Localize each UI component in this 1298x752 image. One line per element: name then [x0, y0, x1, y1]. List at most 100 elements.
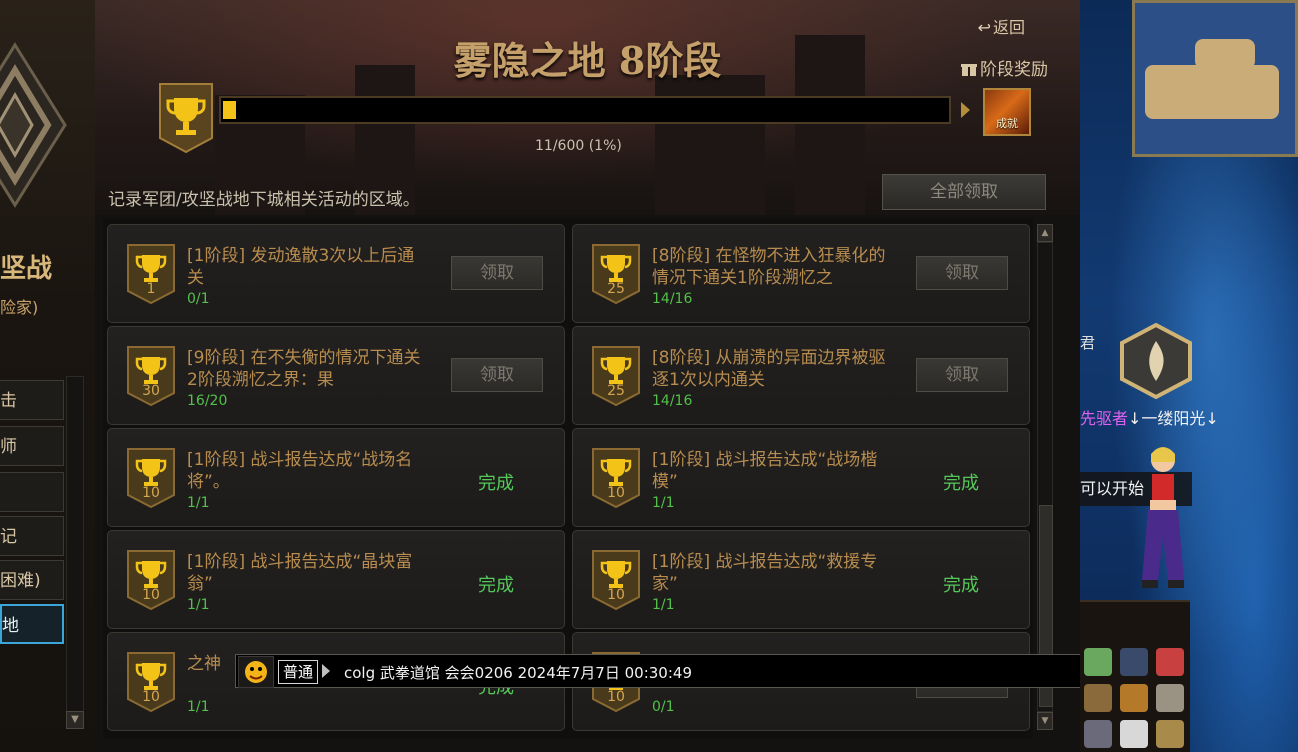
- achievement-title: [1阶段] 战斗报告达成“救援专家”: [652, 552, 878, 594]
- list-scroll-down-button[interactable]: ▼: [1037, 712, 1053, 730]
- quick-slot-icon[interactable]: [1156, 720, 1184, 748]
- achievement-panel: 雾隐之地 8阶段 ↩ 返回 阶段奖励 成就 11/600 (1%) 记录军团/攻坚…: [95, 0, 1100, 752]
- claim-button[interactable]: 领取: [451, 358, 543, 392]
- player-name-plate: 先驱者↓一缕阳光↓: [1080, 405, 1219, 429]
- player-character: [1142, 447, 1184, 588]
- achievement-points: 25: [607, 281, 625, 297]
- achievement-title: [1阶段] 战斗报告达成“晶块富翁”: [187, 552, 413, 594]
- achievement-card: 10 [1阶段] 战斗报告达成“战场楷模” 1/1 完成: [572, 428, 1030, 527]
- achievement-progress: 14/16: [652, 393, 693, 409]
- skill-hexagon-icon[interactable]: [1118, 323, 1194, 399]
- achievement-title: [1阶段] 战斗报告达成“战场名将”。: [187, 450, 413, 492]
- claim-button[interactable]: 领取: [916, 256, 1008, 290]
- stage-progress-bar: [219, 96, 951, 124]
- minimap[interactable]: [1132, 0, 1298, 157]
- achievement-progress: 1/1: [187, 495, 210, 511]
- gift-icon: [961, 64, 977, 76]
- claim-all-button[interactable]: 全部领取: [882, 174, 1046, 210]
- left-tab-4[interactable]: 记: [0, 516, 64, 556]
- quick-slot-icon[interactable]: [1120, 684, 1148, 712]
- achievement-card: 1 [1阶段] 发动逸散3次以上后通关 0/1 领取: [107, 224, 565, 323]
- minimap-terrain: [1195, 39, 1255, 69]
- achievement-card: 30 [9阶段] 在不失衡的情况下通关2阶段溯忆之界：果 16/20 领取: [107, 326, 565, 425]
- chat-bar: 普通 colg 武拳道馆 会会0206 2024年7月7日 00:30:49: [235, 654, 1100, 688]
- achievement-title: [8阶段] 从崩溃的异面边界被驱逐1次以内通关: [652, 348, 886, 390]
- achievement-points: 10: [607, 485, 625, 501]
- back-arrow-icon: ↩: [977, 18, 991, 37]
- mode-subtitle: 险家): [0, 298, 39, 317]
- achievement-card: 10 [1阶段] 战斗报告达成“晶块富翁” 1/1 完成: [107, 530, 565, 629]
- left-tab-3[interactable]: [0, 472, 64, 512]
- left-tab-active[interactable]: 地: [0, 604, 64, 644]
- achievement-reward-icon[interactable]: 成就: [983, 88, 1031, 136]
- achievement-card: 25 [8阶段] 在怪物不进入狂暴化的情况下通关1阶段溯忆之 14/16 领取: [572, 224, 1030, 323]
- quick-slot-icon[interactable]: [1084, 720, 1112, 748]
- dungeon-emblem-icon: [0, 42, 67, 208]
- achievement-points: 1: [146, 281, 156, 297]
- achievement-points: 10: [142, 689, 160, 705]
- claim-button[interactable]: 领取: [916, 358, 1008, 392]
- achievement-points: 10: [607, 587, 625, 603]
- trophy-badge-icon: [159, 83, 213, 154]
- quick-slot-icon[interactable]: [1120, 648, 1148, 676]
- achievement-points: 10: [142, 587, 160, 603]
- chat-channel-selector[interactable]: 普通: [278, 660, 319, 684]
- npc-name-tag: 君: [1080, 334, 1096, 352]
- quick-icon-grid: [1080, 600, 1190, 752]
- quick-slot-icon[interactable]: [1120, 720, 1148, 748]
- achievement-points: 10: [142, 485, 160, 501]
- achievement-progress: 1/1: [187, 699, 210, 715]
- page-title: 雾隐之地 8阶段: [453, 38, 722, 83]
- left-scrollbar[interactable]: [66, 376, 84, 712]
- list-scrollbar[interactable]: [1037, 242, 1053, 712]
- stage-reward-button[interactable]: 阶段奖励: [961, 55, 1048, 80]
- achievement-icon-label: 成就: [996, 117, 1018, 130]
- progress-fill: [223, 101, 236, 119]
- list-scroll-up-button[interactable]: ▲: [1037, 224, 1053, 242]
- left-tab-5[interactable]: 困难): [0, 560, 64, 600]
- achievement-title: [1阶段] 发动逸散3次以上后通关: [187, 246, 415, 288]
- back-button[interactable]: ↩ 返回: [978, 14, 1025, 38]
- achievement-progress: 14/16: [652, 291, 693, 307]
- achievement-progress: 1/1: [187, 597, 210, 613]
- minimap-terrain: [1145, 65, 1279, 119]
- left-tab-1[interactable]: 击: [0, 380, 64, 420]
- completed-label: 完成: [943, 473, 979, 494]
- mode-title: 坚战: [0, 254, 53, 284]
- chat-channel-arrow-icon: [322, 664, 330, 678]
- progress-arrow-icon: [961, 102, 970, 118]
- left-tab-2[interactable]: 师: [0, 426, 64, 466]
- achievement-progress: 1/1: [652, 597, 675, 613]
- quick-slot-icon[interactable]: [1156, 684, 1184, 712]
- quick-slot-icon[interactable]: [1084, 684, 1112, 712]
- achievement-title: [1阶段] 战斗报告达成“战场楷模”: [652, 450, 878, 492]
- back-label: 返回: [992, 18, 1025, 37]
- game-world-view: 君 先驱者↓一缕阳光↓ 可以开始: [1080, 0, 1298, 752]
- completed-label: 完成: [478, 575, 514, 596]
- quick-slot-icon[interactable]: [1156, 648, 1184, 676]
- achievement-card: 10 [1阶段] 战斗报告达成“战场名将”。 1/1 完成: [107, 428, 565, 527]
- player-title: 先驱者: [1080, 409, 1129, 428]
- progress-text: 11/600 (1%): [535, 138, 622, 154]
- achievement-card: 25 [8阶段] 从崩溃的异面边界被驱逐1次以内通关 14/16 领取: [572, 326, 1030, 425]
- panel-description: 记录军团/攻坚战地下城相关活动的区域。: [108, 190, 420, 210]
- achievement-title: [9阶段] 在不失衡的情况下通关2阶段溯忆之界：果: [187, 348, 421, 390]
- quick-slot-icon[interactable]: [1084, 648, 1112, 676]
- claim-button[interactable]: 领取: [451, 256, 543, 290]
- achievement-progress: 0/1: [187, 291, 210, 307]
- player-name: ↓一缕阳光↓: [1128, 409, 1219, 428]
- achievement-progress: 0/1: [652, 699, 675, 715]
- header-banner: 雾隐之地 8阶段 ↩ 返回 阶段奖励 成就 11/600 (1%) 记录军团/攻坚…: [95, 0, 1080, 215]
- achievement-title: [8阶段] 在怪物不进入狂暴化的情况下通关1阶段溯忆之: [652, 246, 886, 288]
- left-panel: 坚战 险家) 击 师 记 困难) 地 ▼: [0, 0, 97, 752]
- achievement-card: 10 [1阶段] 战斗报告达成“救援专家” 1/1 完成: [572, 530, 1030, 629]
- achievement-points: 30: [142, 383, 160, 399]
- stage-reward-label: 阶段奖励: [980, 60, 1048, 80]
- chat-message: colg 武拳道馆 会会0206 2024年7月7日 00:30:49: [344, 664, 692, 682]
- left-scroll-down-button[interactable]: ▼: [66, 711, 84, 729]
- completed-label: 完成: [478, 473, 514, 494]
- achievement-points: 25: [607, 383, 625, 399]
- completed-label: 完成: [943, 575, 979, 596]
- achievement-progress: 16/20: [187, 393, 228, 409]
- chat-avatar-icon[interactable]: [238, 656, 274, 688]
